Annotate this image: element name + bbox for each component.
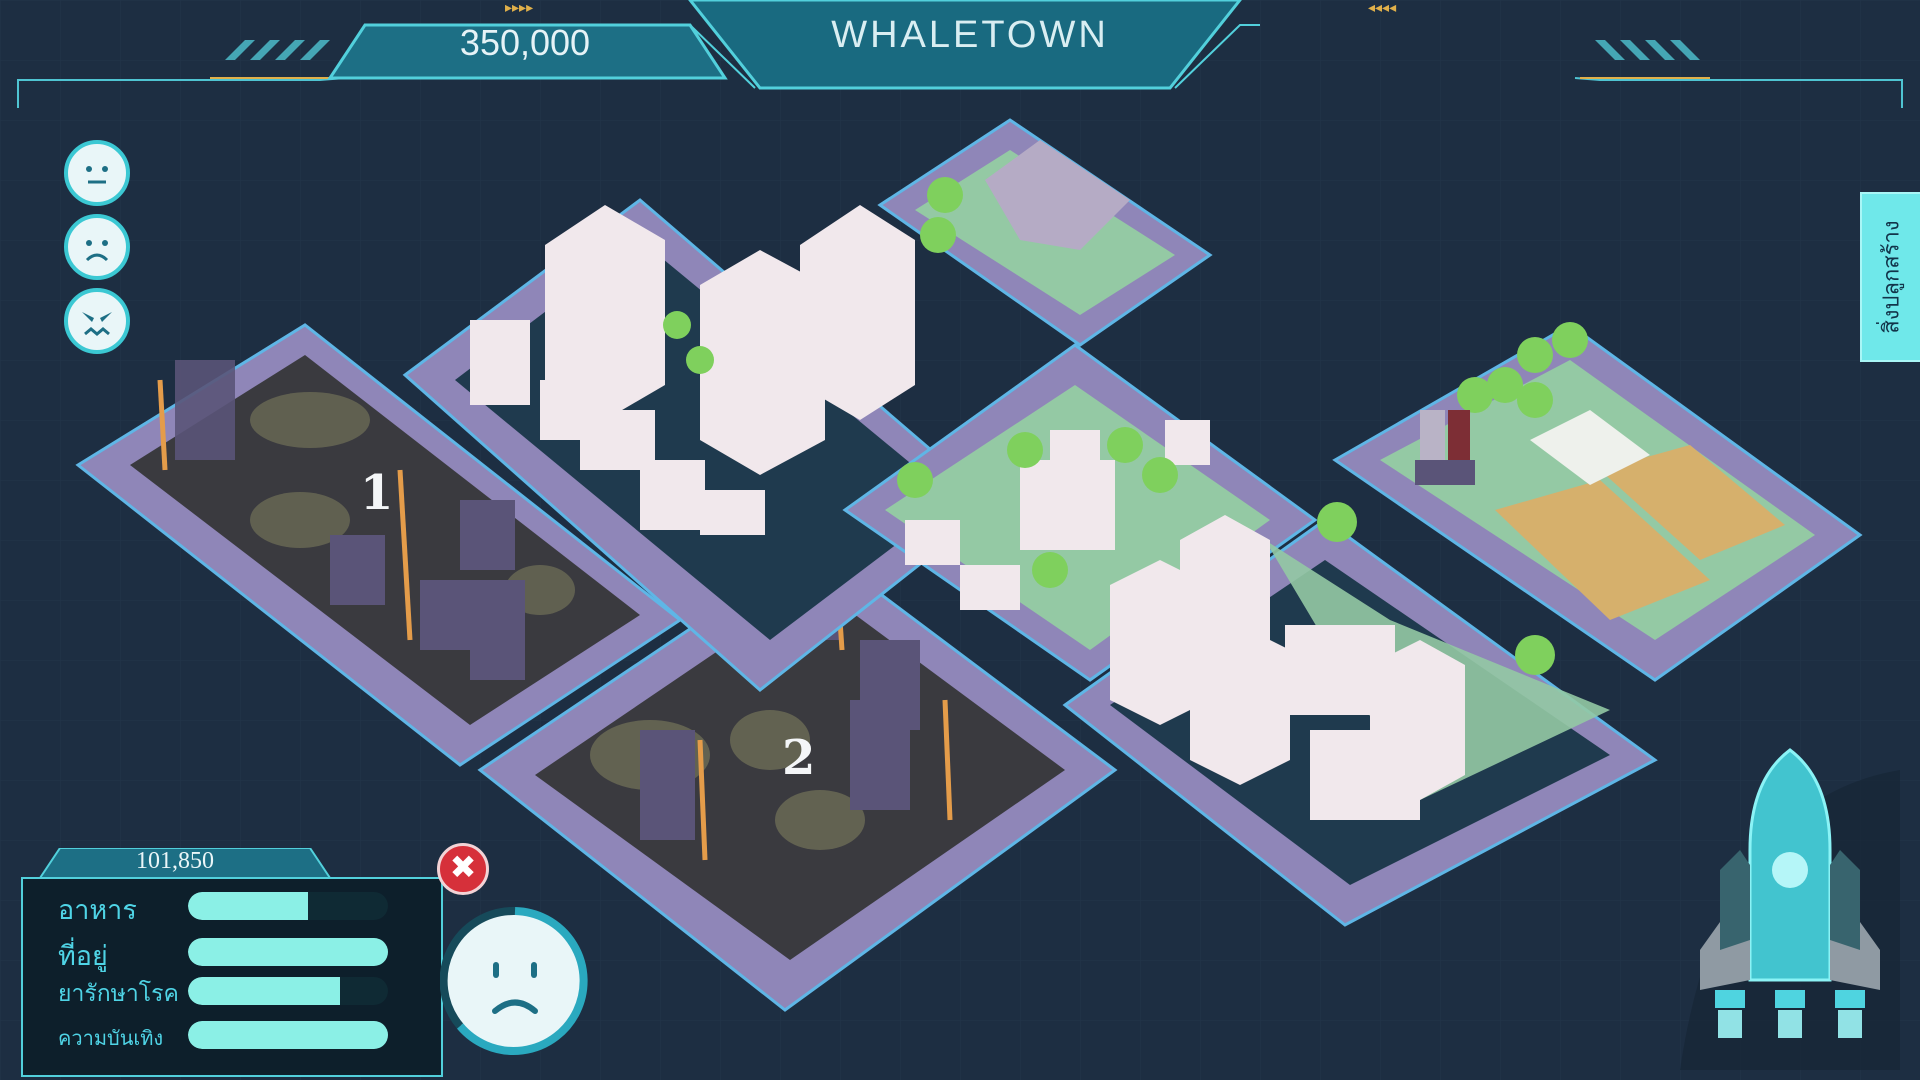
stat-housing-bar [188, 938, 388, 966]
lot-label-2: 2 [782, 730, 816, 786]
buildings-tab-label: สิ่งปลูกสร้าง [1879, 220, 1905, 334]
close-icon[interactable]: ✖ [437, 843, 489, 895]
stat-medicine-bar [188, 977, 388, 1005]
mood-filter-list [64, 140, 130, 362]
stat-housing-fill [188, 938, 388, 966]
money-counter: 350,000 [459, 22, 591, 63]
rocket-icon[interactable] [1680, 740, 1900, 1070]
stat-medicine-fill [188, 977, 340, 1005]
stat-food-label: อาหาร [58, 895, 137, 926]
stat-medicine-label: ยารักษาโรค [58, 981, 179, 1007]
stat-entertainment-fill [188, 1021, 388, 1049]
stat-housing-label: ที่อยู่ [58, 941, 108, 972]
stat-food-bar [188, 892, 388, 920]
buildings-tab[interactable]: สิ่งปลูกสร้าง [1860, 192, 1920, 362]
sad-face-icon[interactable] [64, 214, 130, 280]
hud-arrows-right: ◂◂◂◂ [1368, 0, 1397, 16]
stat-entertainment-bar [188, 1021, 388, 1049]
neutral-face-icon[interactable] [64, 140, 130, 206]
population-counter: 101,850 [136, 848, 214, 874]
stat-entertainment-label: ความบันเทิง [58, 1026, 164, 1050]
angry-face-icon[interactable] [64, 288, 130, 354]
hud-arrows-left: ▸▸▸▸ [505, 0, 534, 16]
close-glyph: ✖ [449, 848, 477, 886]
status-sad-face-icon [440, 906, 588, 1055]
city-name-title: WHALETOWN [831, 14, 1109, 56]
lot-label-1: 1 [360, 465, 394, 521]
stat-food-fill [188, 892, 308, 920]
